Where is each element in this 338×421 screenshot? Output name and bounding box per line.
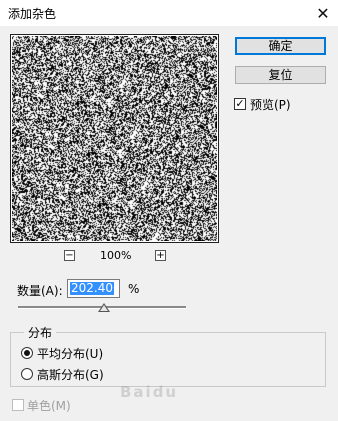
dialog-title: 添加杂色 bbox=[8, 7, 57, 21]
amount-slider-thumb[interactable] bbox=[98, 303, 110, 312]
preview-checkbox[interactable]: ✓ bbox=[234, 98, 246, 110]
reset-button[interactable]: 复位 bbox=[235, 66, 326, 84]
distribution-group-title: 分布 bbox=[24, 324, 57, 341]
watermark: Baidu bbox=[120, 383, 179, 401]
title-bar: 添加杂色 ✕ bbox=[0, 0, 338, 26]
radio-selected-dot bbox=[24, 350, 30, 356]
monochromatic-label: 单色(M) bbox=[27, 399, 71, 413]
gaussian-label: 高斯分布(G) bbox=[37, 368, 104, 382]
uniform-radio[interactable] bbox=[21, 347, 33, 359]
close-icon: ✕ bbox=[316, 3, 330, 23]
close-button[interactable]: ✕ bbox=[312, 2, 334, 24]
checkmark-icon: ✓ bbox=[235, 97, 245, 110]
monochromatic-checkbox[interactable] bbox=[12, 399, 24, 411]
preview-label: 预览(P) bbox=[250, 98, 291, 112]
percent-unit: % bbox=[128, 282, 140, 296]
minus-icon: − bbox=[65, 250, 74, 261]
uniform-label: 平均分布(U) bbox=[37, 347, 104, 361]
gaussian-radio[interactable] bbox=[21, 368, 33, 380]
zoom-out-button[interactable]: − bbox=[64, 250, 75, 261]
zoom-in-button[interactable]: + bbox=[155, 250, 166, 261]
amount-label: 数量(A): bbox=[17, 284, 63, 298]
amount-input[interactable]: 202.40 bbox=[67, 279, 120, 298]
plus-icon: + bbox=[156, 250, 165, 261]
amount-value: 202.40 bbox=[70, 281, 114, 295]
noise-preview-image bbox=[12, 36, 217, 241]
zoom-level: 100% bbox=[100, 249, 132, 262]
noise-preview[interactable] bbox=[10, 34, 219, 243]
ok-button[interactable]: 确定 bbox=[235, 37, 326, 55]
